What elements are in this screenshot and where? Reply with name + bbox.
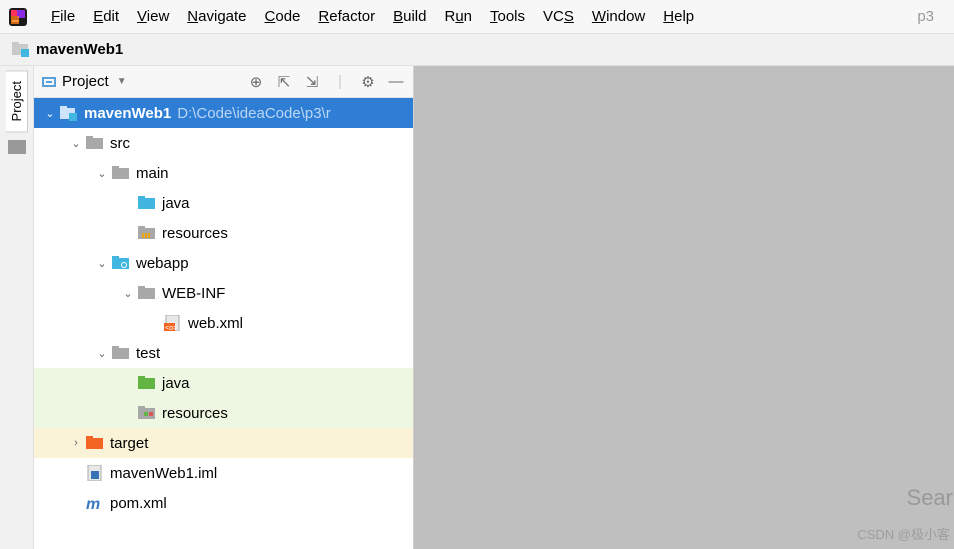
tree-row-src[interactable]: ⌄ src: [34, 128, 413, 158]
tree-row-resources[interactable]: resources: [34, 398, 413, 428]
intellij-icon: [8, 7, 28, 27]
tree-row-web-xml[interactable]: <o> web.xml: [34, 308, 413, 338]
expand-arrow-icon[interactable]: ⌄: [70, 137, 82, 150]
tree-row-java[interactable]: java: [34, 188, 413, 218]
folder-res-icon: [138, 225, 156, 241]
folder-blue-icon: [138, 195, 156, 211]
maven-icon: m: [86, 495, 104, 511]
expand-arrow-icon[interactable]: ⌄: [44, 107, 56, 120]
expand-arrow-icon[interactable]: ⌄: [96, 167, 108, 180]
chevron-down-icon[interactable]: ▼: [117, 76, 127, 87]
tree-item-label: src: [110, 135, 130, 152]
folder-res-g-icon: [138, 405, 156, 421]
menu-window[interactable]: Window: [583, 8, 654, 25]
editor-empty-area: Searc CSDN @极小客: [414, 66, 954, 549]
xml-web-icon: <o>: [164, 315, 182, 331]
svg-text:m: m: [86, 496, 100, 511]
project-panel-header: Project ▼ ⊕ ⇱ ⇲ | ⚙ —: [34, 66, 413, 98]
folder-grey-icon: [86, 135, 104, 151]
watermark-text: CSDN @极小客: [857, 524, 950, 543]
folder-green-icon: [138, 375, 156, 391]
collapse-all-icon[interactable]: ⇲: [303, 73, 321, 91]
breadcrumb-root[interactable]: mavenWeb1: [36, 41, 123, 58]
expand-arrow-icon[interactable]: ⌄: [96, 347, 108, 360]
menubar: File Edit View Navigate Code Refactor Bu…: [0, 0, 954, 34]
tree-row-main[interactable]: ⌄ main: [34, 158, 413, 188]
tree-item-label: pom.xml: [110, 495, 167, 512]
menu-code[interactable]: Code: [256, 8, 310, 25]
menu-refactor[interactable]: Refactor: [309, 8, 384, 25]
gear-icon[interactable]: ⚙: [359, 73, 377, 91]
folder-orange-icon: [86, 435, 104, 451]
module-icon: [60, 105, 78, 121]
tree-item-label: web.xml: [188, 315, 243, 332]
expand-all-icon[interactable]: ⇱: [275, 73, 293, 91]
tool-window-stripe-left: Project: [0, 66, 34, 549]
menu-view[interactable]: View: [128, 8, 178, 25]
tree-item-label: webapp: [136, 255, 189, 272]
tree-item-label: main: [136, 165, 169, 182]
tree-row-pom-xml[interactable]: m pom.xml: [34, 488, 413, 518]
tree-row-target[interactable]: › target: [34, 428, 413, 458]
hide-icon[interactable]: —: [387, 73, 405, 91]
menu-help[interactable]: Help: [654, 8, 703, 25]
project-tool-tab[interactable]: Project: [6, 70, 28, 132]
project-panel-title[interactable]: Project: [62, 73, 109, 90]
tree-item-path: D:\Code\ideaCode\p3\r: [177, 105, 330, 122]
menu-file[interactable]: File: [42, 8, 84, 25]
tree-item-label: mavenWeb1.iml: [110, 465, 217, 482]
project-name-label: p3: [905, 8, 946, 25]
tree-item-label: WEB-INF: [162, 285, 225, 302]
project-tree[interactable]: ⌄ mavenWeb1 D:\Code\ideaCode\p3\r ⌄ src ⌄ main…: [34, 98, 413, 549]
menu-vcs[interactable]: VCS: [534, 8, 583, 25]
folder-grey-icon: [112, 345, 130, 361]
project-tool-window: Project ▼ ⊕ ⇱ ⇲ | ⚙ — ⌄ mavenWeb1 D:\Code\…: [34, 66, 414, 549]
tree-item-label: test: [136, 345, 160, 362]
search-everywhere-hint: Searc: [907, 485, 954, 511]
locate-icon[interactable]: ⊕: [247, 73, 265, 91]
folder-grey-icon: [112, 165, 130, 181]
folder-web-icon: [112, 255, 130, 271]
tree-row-webapp[interactable]: ⌄ webapp: [34, 248, 413, 278]
structure-tool-icon[interactable]: [8, 140, 26, 154]
tree-item-label: resources: [162, 405, 228, 422]
tree-row-mavenweb1[interactable]: ⌄ mavenWeb1 D:\Code\ideaCode\p3\r: [34, 98, 413, 128]
project-view-icon: [42, 77, 56, 87]
tree-item-label: target: [110, 435, 148, 452]
tree-item-label: java: [162, 195, 190, 212]
navigation-bar: mavenWeb1: [0, 34, 954, 66]
tree-row-resources[interactable]: resources: [34, 218, 413, 248]
expand-arrow-icon[interactable]: ⌄: [122, 287, 134, 300]
tree-row-java[interactable]: java: [34, 368, 413, 398]
tree-item-label: mavenWeb1: [84, 105, 171, 122]
menu-build[interactable]: Build: [384, 8, 435, 25]
tree-item-label: java: [162, 375, 190, 392]
folder-grey-icon: [138, 285, 156, 301]
tree-row-test[interactable]: ⌄ test: [34, 338, 413, 368]
tree-row-mavenweb1-iml[interactable]: mavenWeb1.iml: [34, 458, 413, 488]
svg-text:<o>: <o>: [165, 325, 177, 331]
expand-arrow-icon[interactable]: ›: [70, 437, 82, 449]
expand-arrow-icon[interactable]: ⌄: [96, 257, 108, 270]
tree-row-web-inf[interactable]: ⌄ WEB-INF: [34, 278, 413, 308]
module-icon: [12, 42, 30, 57]
tree-item-label: resources: [162, 225, 228, 242]
iml-icon: [86, 465, 104, 481]
menu-navigate[interactable]: Navigate: [178, 8, 255, 25]
menu-tools[interactable]: Tools: [481, 8, 534, 25]
menu-run[interactable]: Run: [435, 8, 481, 25]
menu-edit[interactable]: Edit: [84, 8, 128, 25]
